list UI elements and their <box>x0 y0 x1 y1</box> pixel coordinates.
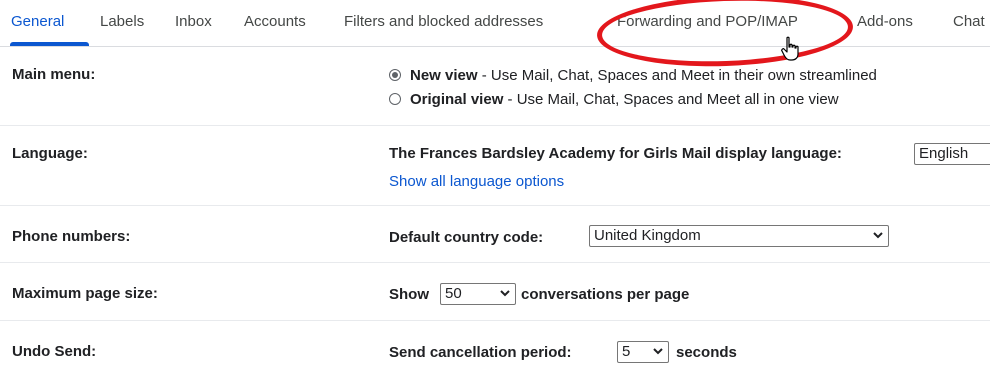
country-code-select[interactable]: United Kingdom <box>589 225 889 247</box>
tab-inbox[interactable]: Inbox <box>175 13 212 30</box>
tab-filters[interactable]: Filters and blocked addresses <box>344 13 543 30</box>
row-divider <box>0 125 990 126</box>
main-menu-label: Main menu: <box>12 66 96 83</box>
conversations-per-page-suffix: conversations per page <box>521 286 690 303</box>
original-view-description: - Use Mail, Chat, Spaces and Meet all in… <box>503 91 839 108</box>
phone-numbers-label: Phone numbers: <box>12 228 131 245</box>
display-language-prompt: The Frances Bardsley Academy for Girls M… <box>389 145 842 162</box>
page-size-select[interactable]: 50 <box>440 283 516 305</box>
radio-original-view[interactable]: Original view - Use Mail, Chat, Spaces a… <box>389 91 839 108</box>
cancellation-period-value: 5 <box>622 343 631 360</box>
tab-general[interactable]: General <box>11 13 64 30</box>
send-cancellation-period-prompt: Send cancellation period: <box>389 344 572 361</box>
maximum-page-size-label: Maximum page size: <box>12 285 158 302</box>
chevron-down-icon <box>500 290 510 297</box>
tab-accounts[interactable]: Accounts <box>244 13 306 30</box>
language-select-value: English <box>919 145 969 162</box>
page-size-value: 50 <box>445 285 462 302</box>
tab-chat[interactable]: Chat <box>953 13 985 30</box>
tab-add-ons[interactable]: Add-ons <box>857 13 913 30</box>
language-label: Language: <box>12 145 88 162</box>
country-code-value: United Kingdom <box>594 227 701 244</box>
show-all-language-options-link[interactable]: Show all language options <box>389 173 564 190</box>
row-divider <box>0 205 990 206</box>
radio-new-view[interactable]: New view - Use Mail, Chat, Spaces and Me… <box>389 67 877 84</box>
chevron-down-icon <box>653 348 663 355</box>
seconds-suffix: seconds <box>676 344 737 361</box>
radio-button-unchecked[interactable] <box>389 93 401 105</box>
row-divider <box>0 320 990 321</box>
cancellation-period-select[interactable]: 5 <box>617 341 669 363</box>
chevron-down-icon <box>873 232 883 239</box>
active-tab-indicator <box>10 42 89 46</box>
settings-tabs: General Labels Inbox Accounts Filters an… <box>0 0 990 47</box>
tab-forwarding-pop-imap[interactable]: Forwarding and POP/IMAP <box>617 13 798 30</box>
new-view-title: New view <box>410 67 478 84</box>
new-view-description: - Use Mail, Chat, Spaces and Meet in the… <box>477 67 877 84</box>
language-select[interactable]: English <box>914 143 990 165</box>
show-prefix: Show <box>389 286 429 303</box>
tab-labels[interactable]: Labels <box>100 13 144 30</box>
row-divider <box>0 262 990 263</box>
undo-send-label: Undo Send: <box>12 343 97 360</box>
hand-cursor-icon <box>781 36 799 61</box>
default-country-code-prompt: Default country code: <box>389 229 544 246</box>
radio-button-checked[interactable] <box>389 69 401 81</box>
original-view-title: Original view <box>410 91 504 108</box>
